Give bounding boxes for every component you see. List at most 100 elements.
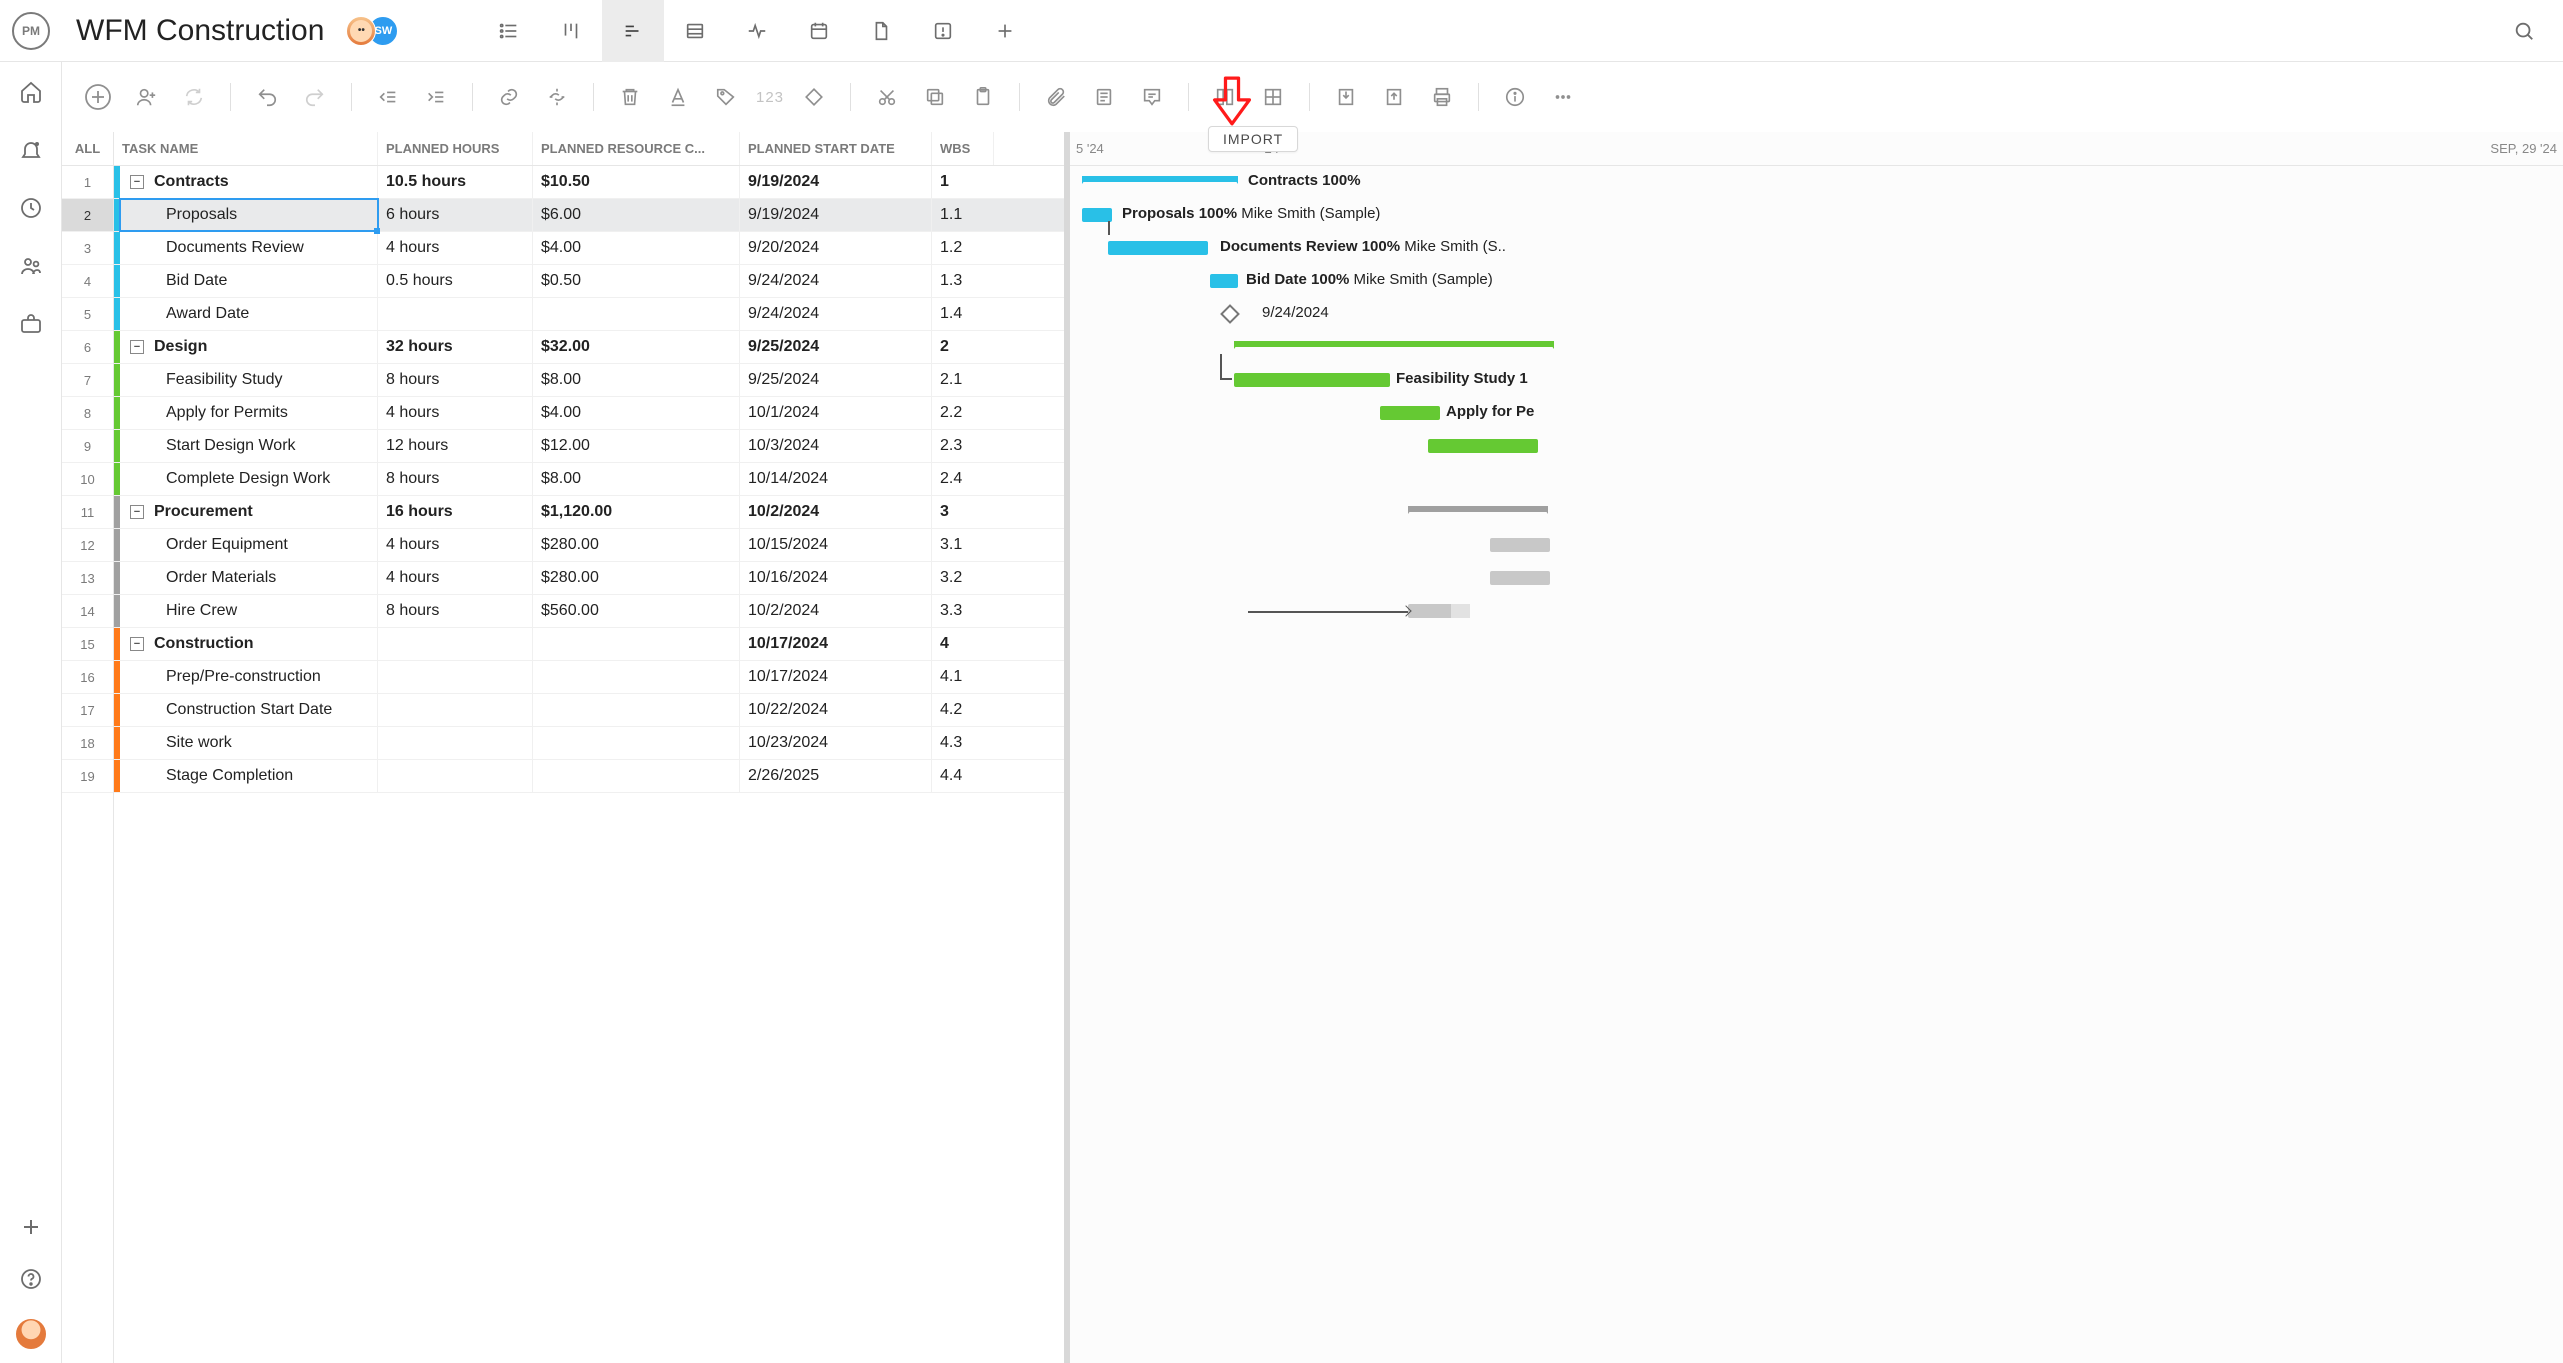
collapse-toggle[interactable]: − xyxy=(130,340,144,354)
planned-cost-cell[interactable]: $280.00 xyxy=(533,562,740,594)
gantt-row[interactable] xyxy=(1070,496,2563,529)
gantt-bar[interactable] xyxy=(1490,571,1550,585)
comment-button[interactable] xyxy=(1134,79,1170,115)
task-row[interactable]: −Procurement16 hours$1,120.0010/2/20243 xyxy=(114,496,1064,529)
undo-button[interactable] xyxy=(249,79,285,115)
gantt-bar[interactable] xyxy=(1408,604,1470,618)
wbs-cell[interactable]: 2 xyxy=(932,331,994,363)
tab-calendar[interactable] xyxy=(788,0,850,62)
app-logo[interactable]: PM xyxy=(0,0,62,62)
wbs-cell[interactable]: 1.3 xyxy=(932,265,994,297)
planned-hours-cell[interactable]: 8 hours xyxy=(378,463,533,495)
gantt-row[interactable] xyxy=(1070,529,2563,562)
tag-button[interactable] xyxy=(708,79,744,115)
planned-hours-cell[interactable]: 4 hours xyxy=(378,529,533,561)
planned-cost-cell[interactable] xyxy=(533,661,740,693)
row-number[interactable]: 12 xyxy=(62,529,113,562)
collapse-toggle[interactable]: − xyxy=(130,175,144,189)
row-number[interactable]: 17 xyxy=(62,694,113,727)
tab-risk[interactable] xyxy=(912,0,974,62)
row-number[interactable]: 9 xyxy=(62,430,113,463)
task-name-cell[interactable]: −Contracts xyxy=(120,166,378,198)
task-name-cell[interactable]: Stage Completion xyxy=(120,760,378,792)
milestone-button[interactable] xyxy=(796,79,832,115)
planned-hours-cell[interactable]: 4 hours xyxy=(378,562,533,594)
gantt-row[interactable] xyxy=(1070,331,2563,364)
planned-start-cell[interactable]: 10/17/2024 xyxy=(740,628,932,660)
planned-start-cell[interactable]: 10/14/2024 xyxy=(740,463,932,495)
gantt-bar[interactable] xyxy=(1082,208,1112,222)
wbs-cell[interactable]: 1.1 xyxy=(932,199,994,231)
help-icon[interactable] xyxy=(19,1267,43,1291)
row-number[interactable]: 5 xyxy=(62,298,113,331)
task-row[interactable]: Hire Crew8 hours$560.0010/2/20243.3 xyxy=(114,595,1064,628)
gantt-row[interactable]: Documents Review 100% Mike Smith (S.. xyxy=(1070,232,2563,265)
task-name-cell[interactable]: Apply for Permits xyxy=(120,397,378,429)
task-row[interactable]: Prep/Pre-construction10/17/20244.1 xyxy=(114,661,1064,694)
info-button[interactable] xyxy=(1497,79,1533,115)
unlink-button[interactable] xyxy=(539,79,575,115)
planned-start-cell[interactable]: 10/1/2024 xyxy=(740,397,932,429)
people-icon[interactable] xyxy=(19,254,43,278)
planned-hours-cell[interactable] xyxy=(378,760,533,792)
grid-button[interactable] xyxy=(1255,79,1291,115)
gantt-bar[interactable] xyxy=(1380,406,1440,420)
paste-button[interactable] xyxy=(965,79,1001,115)
import-button[interactable] xyxy=(1328,79,1364,115)
planned-hours-cell[interactable]: 6 hours xyxy=(378,199,533,231)
redo-button[interactable] xyxy=(297,79,333,115)
attachment-button[interactable] xyxy=(1038,79,1074,115)
row-number[interactable]: 6 xyxy=(62,331,113,364)
planned-cost-cell[interactable]: $32.00 xyxy=(533,331,740,363)
wbs-cell[interactable]: 4.2 xyxy=(932,694,994,726)
gantt-row[interactable]: 9/24/2024 xyxy=(1070,298,2563,331)
row-number[interactable]: 14 xyxy=(62,595,113,628)
task-row[interactable]: −Construction10/17/20244 xyxy=(114,628,1064,661)
planned-cost-cell[interactable]: $10.50 xyxy=(533,166,740,198)
planned-hours-cell[interactable]: 10.5 hours xyxy=(378,166,533,198)
task-name-cell[interactable]: Site work xyxy=(120,727,378,759)
tab-list[interactable] xyxy=(478,0,540,62)
planned-cost-cell[interactable]: $8.00 xyxy=(533,463,740,495)
notifications-icon[interactable] xyxy=(19,138,43,162)
wbs-cell[interactable]: 3.3 xyxy=(932,595,994,627)
row-number[interactable]: 1 xyxy=(62,166,113,199)
planned-start-cell[interactable]: 10/23/2024 xyxy=(740,727,932,759)
home-icon[interactable] xyxy=(19,80,43,104)
member-avatars[interactable]: •• SW xyxy=(346,16,398,46)
planned-start-cell[interactable]: 10/15/2024 xyxy=(740,529,932,561)
planned-cost-cell[interactable]: $560.00 xyxy=(533,595,740,627)
task-row[interactable]: Site work10/23/20244.3 xyxy=(114,727,1064,760)
row-number[interactable]: 3 xyxy=(62,232,113,265)
task-name-cell[interactable]: Hire Crew xyxy=(120,595,378,627)
indent-button[interactable] xyxy=(418,79,454,115)
planned-cost-cell[interactable] xyxy=(533,760,740,792)
planned-hours-cell[interactable]: 4 hours xyxy=(378,232,533,264)
task-row[interactable]: Stage Completion2/26/20254.4 xyxy=(114,760,1064,793)
wbs-cell[interactable]: 1.2 xyxy=(932,232,994,264)
task-name-cell[interactable]: −Procurement xyxy=(120,496,378,528)
planned-hours-cell[interactable]: 32 hours xyxy=(378,331,533,363)
wbs-cell[interactable]: 1.4 xyxy=(932,298,994,330)
task-name-cell[interactable]: Complete Design Work xyxy=(120,463,378,495)
gantt-bar[interactable] xyxy=(1490,538,1550,552)
row-number[interactable]: 15 xyxy=(62,628,113,661)
col-planned-start[interactable]: PLANNED START DATE xyxy=(740,132,932,165)
planned-cost-cell[interactable] xyxy=(533,298,740,330)
planned-start-cell[interactable]: 10/2/2024 xyxy=(740,595,932,627)
planned-start-cell[interactable]: 10/3/2024 xyxy=(740,430,932,462)
tab-file[interactable] xyxy=(850,0,912,62)
collapse-toggle[interactable]: − xyxy=(130,637,144,651)
gantt-milestone[interactable] xyxy=(1220,304,1240,324)
wbs-cell[interactable]: 4.1 xyxy=(932,661,994,693)
tab-gantt[interactable] xyxy=(602,0,664,62)
cut-button[interactable] xyxy=(869,79,905,115)
search-button[interactable] xyxy=(2499,20,2549,42)
tab-activity[interactable] xyxy=(726,0,788,62)
task-name-cell[interactable]: Award Date xyxy=(120,298,378,330)
row-number[interactable]: 16 xyxy=(62,661,113,694)
planned-hours-cell[interactable]: 12 hours xyxy=(378,430,533,462)
task-row[interactable]: Order Materials4 hours$280.0010/16/20243… xyxy=(114,562,1064,595)
planned-cost-cell[interactable]: $4.00 xyxy=(533,232,740,264)
add-icon[interactable] xyxy=(19,1215,43,1239)
